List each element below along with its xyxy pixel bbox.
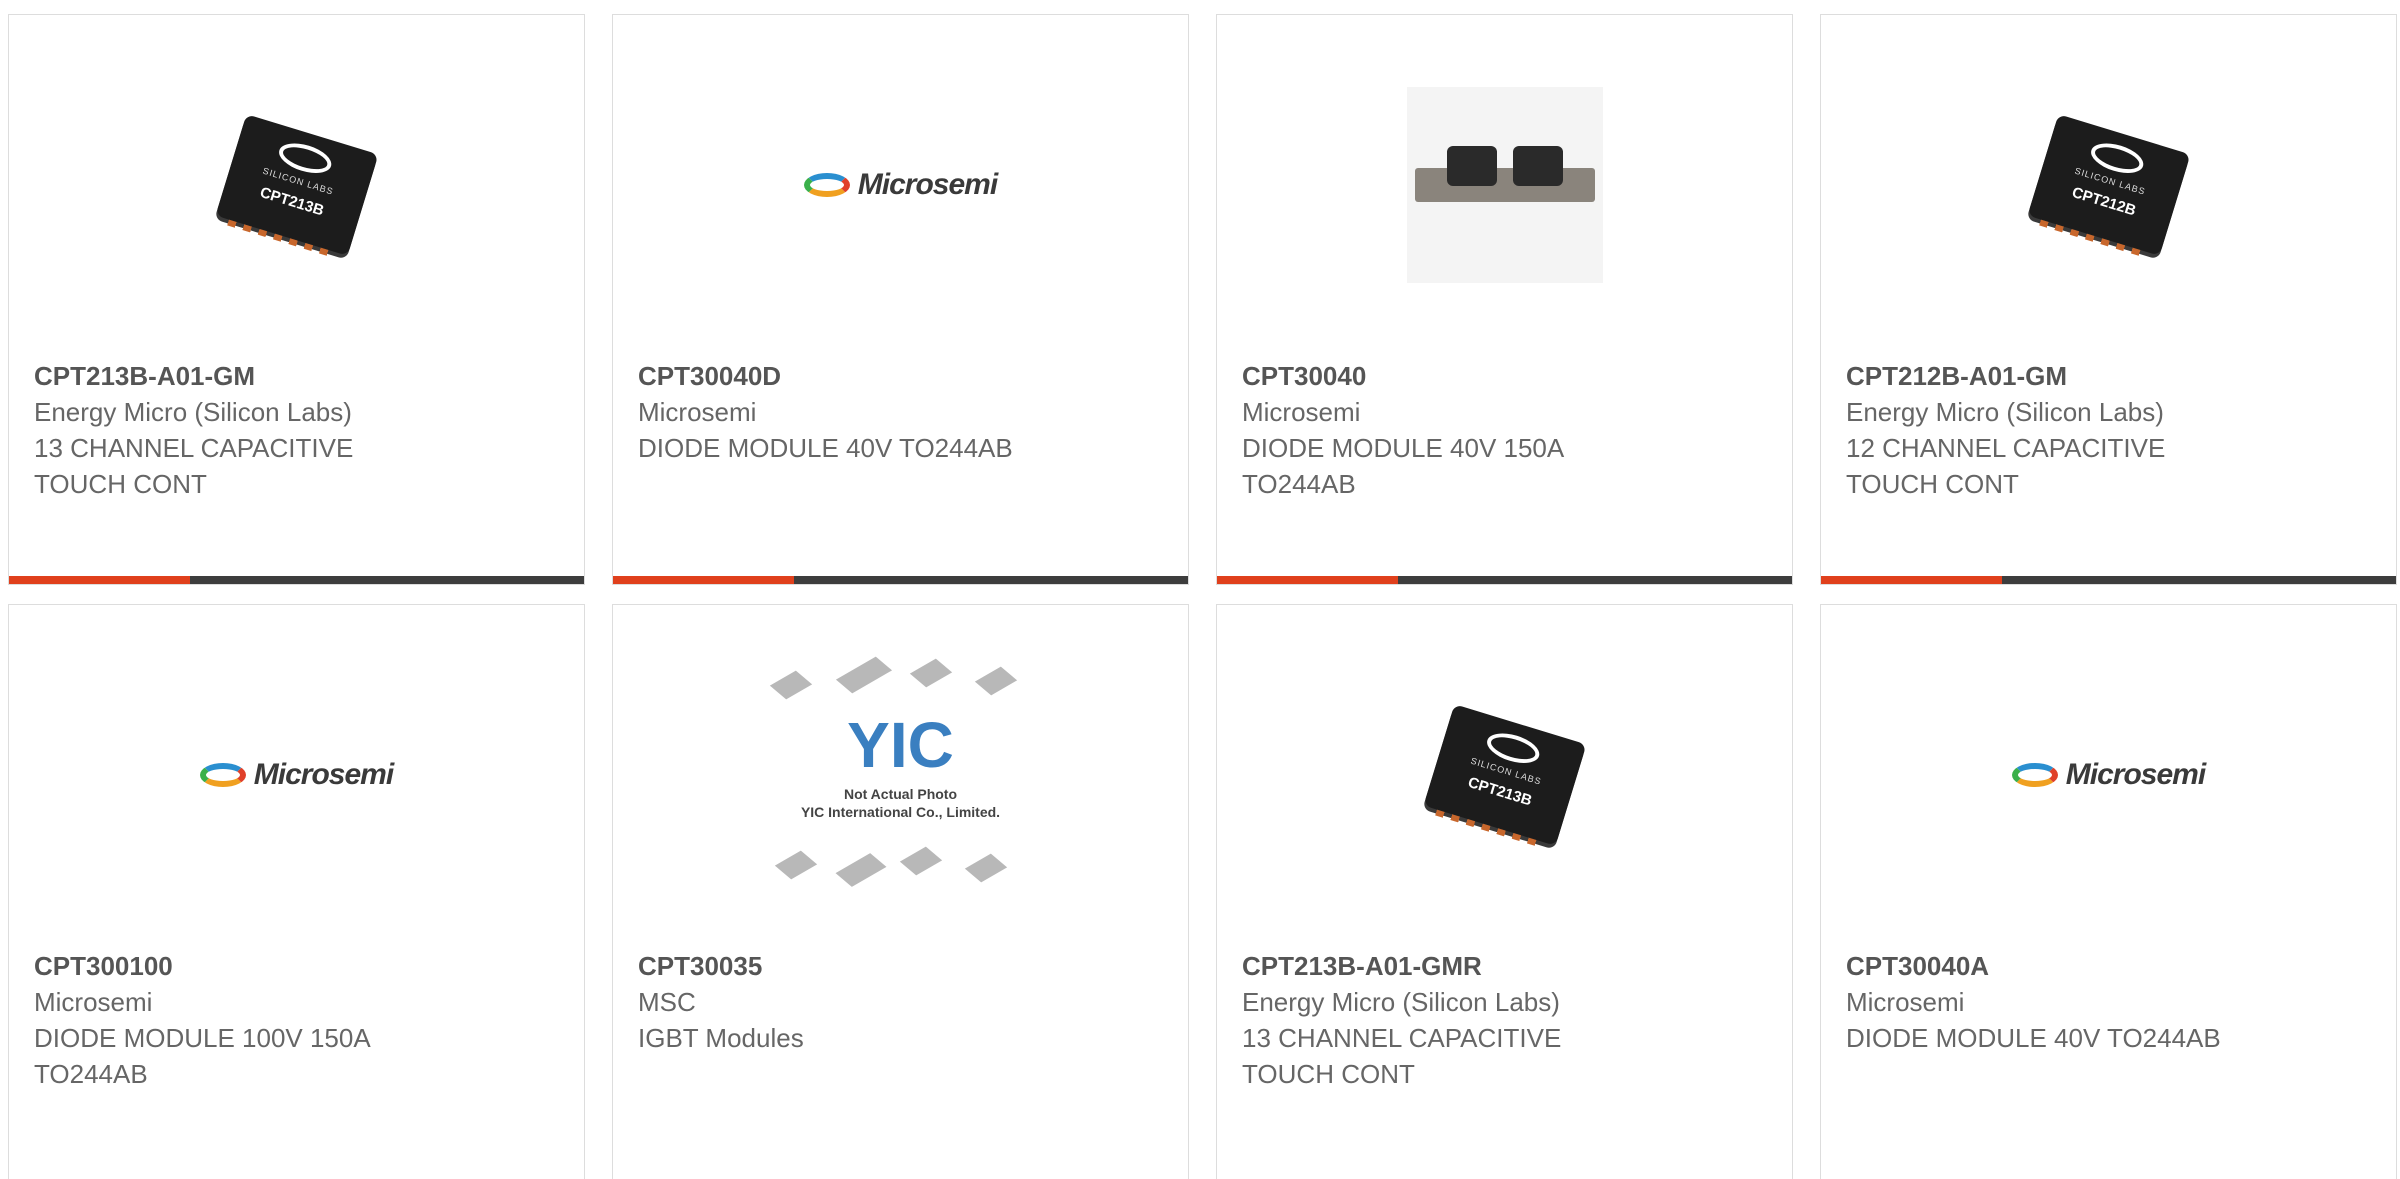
package-icon: [769, 670, 812, 700]
product-card[interactable]: SILICON LABS CPT213B CPT213B-A01-GMR Ene…: [1216, 604, 1793, 1179]
product-card[interactable]: CPT30040 Microsemi DIODE MODULE 40V 150A…: [1216, 14, 1793, 585]
package-icon: [835, 656, 892, 694]
product-card[interactable]: SILICON LABS CPT212B CPT212B-A01-GM Ener…: [1820, 14, 2397, 585]
product-info: CPT300100 Microsemi DIODE MODULE 100V 15…: [34, 948, 564, 1092]
product-info: CPT30040A Microsemi DIODE MODULE 40V TO2…: [1846, 948, 2376, 1056]
product-description: DIODE MODULE 40V 150A TO244AB: [1242, 433, 1563, 499]
module-baseplate: [1414, 146, 1595, 202]
package-icon: [909, 658, 952, 688]
package-icon: [899, 846, 942, 876]
product-info: CPT212B-A01-GM Energy Micro (Silicon Lab…: [1846, 358, 2376, 502]
chip-pins: [2038, 219, 2146, 258]
logo-text: Microsemi: [253, 758, 394, 791]
microsemi-swirl-icon: [199, 763, 246, 787]
product-image[interactable]: SILICON LABS CPT213B: [9, 55, 584, 315]
card-accent-bar: [1217, 576, 1399, 584]
card-accent-bar: [1821, 576, 2003, 584]
silabs-chip-image: SILICON LABS CPT213B: [215, 114, 378, 258]
product-image[interactable]: Microsemi: [9, 645, 584, 905]
microsemi-swirl-icon: [2011, 763, 2058, 787]
package-icon: [964, 853, 1007, 883]
product-image[interactable]: Microsemi: [613, 55, 1188, 315]
product-info: CPT213B-A01-GMR Energy Micro (Silicon La…: [1242, 948, 1772, 1092]
package-icon: [974, 666, 1017, 696]
logo-text: Microsemi: [857, 168, 998, 201]
package-icon: [835, 853, 886, 887]
part-number-link[interactable]: CPT213B-A01-GM: [34, 358, 564, 394]
part-number-link[interactable]: CPT30040D: [638, 358, 1168, 394]
manufacturer-name: Microsemi: [638, 397, 757, 427]
placeholder-line: YIC International Co., Limited.: [800, 804, 1001, 820]
microsemi-logo-image: Microsemi: [199, 758, 394, 792]
product-description: DIODE MODULE 40V TO244AB: [638, 433, 1013, 463]
card-accent-bar: [613, 576, 795, 584]
card-bottom-bar: [613, 576, 1188, 584]
product-grid: SILICON LABS CPT213B CPT213B-A01-GM Ener…: [0, 0, 2400, 1179]
part-number-link[interactable]: CPT300100: [34, 948, 564, 984]
product-card[interactable]: YIC Not Actual Photo YIC International C…: [612, 604, 1189, 1179]
card-bottom-bar: [9, 576, 584, 584]
microsemi-swirl-icon: [803, 173, 850, 197]
product-image[interactable]: YIC Not Actual Photo YIC International C…: [613, 645, 1188, 905]
product-image[interactable]: SILICON LABS CPT212B: [1821, 55, 2396, 315]
product-image[interactable]: SILICON LABS CPT213B: [1217, 645, 1792, 905]
microsemi-logo-image: Microsemi: [803, 168, 998, 202]
part-number-link[interactable]: CPT213B-A01-GMR: [1242, 948, 1772, 984]
manufacturer-name: Microsemi: [34, 987, 153, 1017]
placeholder-line: Not Actual Photo: [843, 786, 958, 802]
silabs-chip-image: SILICON LABS CPT213B: [1423, 704, 1586, 848]
manufacturer-name: MSC: [638, 987, 696, 1017]
part-number-link[interactable]: CPT30035: [638, 948, 1168, 984]
product-description: IGBT Modules: [638, 1023, 804, 1053]
product-description: 12 CHANNEL CAPACITIVE TOUCH CONT: [1846, 433, 2166, 499]
diode-module-image: [1406, 87, 1603, 283]
product-description: 13 CHANNEL CAPACITIVE TOUCH CONT: [1242, 1023, 1562, 1089]
microsemi-logo-image: Microsemi: [2011, 758, 2206, 792]
product-info: CPT30035 MSC IGBT Modules: [638, 948, 1168, 1056]
placeholder-not-actual-photo: YIC Not Actual Photo YIC International C…: [766, 655, 1036, 895]
part-number-link[interactable]: CPT30040: [1242, 358, 1772, 394]
chip-pins: [1434, 809, 1542, 848]
product-description: DIODE MODULE 40V TO244AB: [1846, 1023, 2221, 1053]
product-card[interactable]: Microsemi CPT30040A Microsemi DIODE MODU…: [1820, 604, 2397, 1179]
product-image[interactable]: Microsemi: [1821, 645, 2396, 905]
part-number-link[interactable]: CPT30040A: [1846, 948, 2376, 984]
logo-text: Microsemi: [2065, 758, 2206, 791]
product-image[interactable]: [1217, 55, 1792, 315]
silabs-chip-image: SILICON LABS CPT212B: [2027, 114, 2190, 258]
product-info: CPT30040 Microsemi DIODE MODULE 40V 150A…: [1242, 358, 1772, 502]
card-bottom-bar: [1821, 576, 2396, 584]
product-info: CPT30040D Microsemi DIODE MODULE 40V TO2…: [638, 358, 1168, 466]
product-card[interactable]: SILICON LABS CPT213B CPT213B-A01-GM Ener…: [8, 14, 585, 585]
card-bottom-bar: [1217, 576, 1792, 584]
manufacturer-name: Energy Micro (Silicon Labs): [34, 397, 352, 427]
manufacturer-name: Energy Micro (Silicon Labs): [1242, 987, 1560, 1017]
product-description: DIODE MODULE 100V 150A TO244AB: [34, 1023, 370, 1089]
module-terminal: [1512, 146, 1563, 186]
product-card[interactable]: Microsemi CPT30040D Microsemi DIODE MODU…: [612, 14, 1189, 585]
placeholder-caption: Not Actual Photo YIC International Co., …: [766, 785, 1036, 821]
package-icon: [774, 850, 817, 880]
card-accent-bar: [9, 576, 191, 584]
product-info: CPT213B-A01-GM Energy Micro (Silicon Lab…: [34, 358, 564, 502]
yic-logo-icon: YIC: [847, 709, 954, 781]
manufacturer-name: Microsemi: [1846, 987, 1965, 1017]
manufacturer-name: Microsemi: [1242, 397, 1361, 427]
part-number-link[interactable]: CPT212B-A01-GM: [1846, 358, 2376, 394]
manufacturer-name: Energy Micro (Silicon Labs): [1846, 397, 2164, 427]
chip-pins: [226, 219, 334, 258]
product-card[interactable]: Microsemi CPT300100 Microsemi DIODE MODU…: [8, 604, 585, 1179]
product-description: 13 CHANNEL CAPACITIVE TOUCH CONT: [34, 433, 354, 499]
module-terminal: [1446, 146, 1497, 186]
